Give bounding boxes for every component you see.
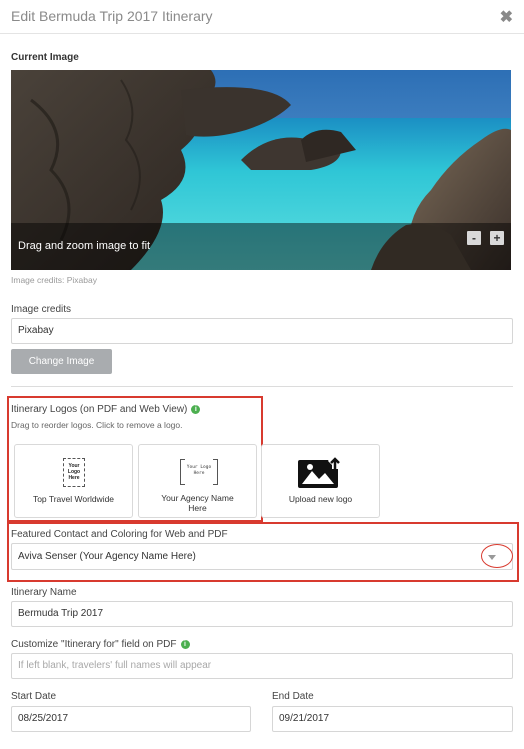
logo-placeholder-wide: Your Logo Here [180, 459, 218, 485]
logo-card-agency[interactable]: Your Logo Here Your Agency Name Here [138, 444, 257, 518]
itinerary-name-input[interactable]: Bermuda Trip 2017 [11, 601, 513, 627]
logo-text-line: Here [68, 475, 80, 481]
image-credits-label: Image credits [11, 304, 72, 315]
itinerary-for-label: Customize "Itinerary for" field on PDF i [11, 639, 190, 650]
end-date-input[interactable]: 09/21/2017 [272, 706, 513, 732]
image-upload-icon [298, 457, 343, 488]
edit-itinerary-dialog: Edit Bermuda Trip 2017 Itinerary ✖ Curre… [0, 0, 524, 749]
logos-hint: Drag to reorder logos. Click to remove a… [11, 420, 183, 430]
change-image-button[interactable]: Change Image [11, 349, 112, 374]
logo-card-label-line2: Here [188, 503, 207, 513]
start-date-input[interactable]: 08/25/2017 [11, 706, 251, 732]
dropdown-highlight-circle [481, 544, 513, 568]
logos-heading: Itinerary Logos (on PDF and Web View) i [11, 404, 201, 415]
dialog-title: Edit Bermuda Trip 2017 Itinerary [11, 8, 213, 24]
featured-contact-label: Featured Contact and Coloring for Web an… [11, 529, 228, 540]
image-credits-note: Image credits: Pixabay [11, 275, 97, 285]
drag-zoom-instruction: Drag and zoom image to fit [18, 240, 151, 252]
logo-card-label: Top Travel Worldwide [32, 494, 115, 504]
featured-contact-select[interactable]: Aviva Senser (Your Agency Name Here) [11, 543, 513, 570]
current-image-cropper[interactable]: Drag and zoom image to fit - + [11, 70, 511, 270]
featured-contact-value: Aviva Senser (Your Agency Name Here) [18, 551, 196, 562]
dialog-header: Edit Bermuda Trip 2017 Itinerary ✖ [0, 0, 524, 34]
zoom-in-button[interactable]: + [490, 231, 504, 245]
logo-card-top-travel[interactable]: Your Logo Here Top Travel Worldwide [14, 444, 133, 518]
logo-placeholder-small: Your Logo Here [63, 458, 85, 487]
upload-logo-card[interactable]: Upload new logo [261, 444, 380, 518]
image-credits-input[interactable]: Pixabay [11, 318, 513, 344]
logo-text-line: Here [193, 471, 205, 476]
logo-card-label-line1: Your Agency Name [161, 493, 234, 503]
zoom-out-button[interactable]: - [467, 231, 481, 245]
current-image-heading: Current Image [11, 52, 79, 63]
info-icon[interactable]: i [180, 640, 190, 649]
end-date-label: End Date [272, 691, 314, 702]
start-date-label: Start Date [11, 691, 57, 702]
image-overlay-bar: Drag and zoom image to fit [11, 223, 511, 270]
itinerary-name-label: Itinerary Name [11, 587, 77, 598]
itinerary-for-input[interactable]: If left blank, travelers' full names wil… [11, 653, 513, 679]
close-icon[interactable]: ✖ [500, 7, 513, 27]
upload-logo-label: Upload new logo [288, 494, 353, 504]
itinerary-for-label-text: Customize "Itinerary for" field on PDF [11, 639, 177, 650]
section-divider [11, 386, 513, 387]
logos-heading-text: Itinerary Logos (on PDF and Web View) [11, 404, 188, 415]
info-icon[interactable]: i [191, 405, 201, 414]
